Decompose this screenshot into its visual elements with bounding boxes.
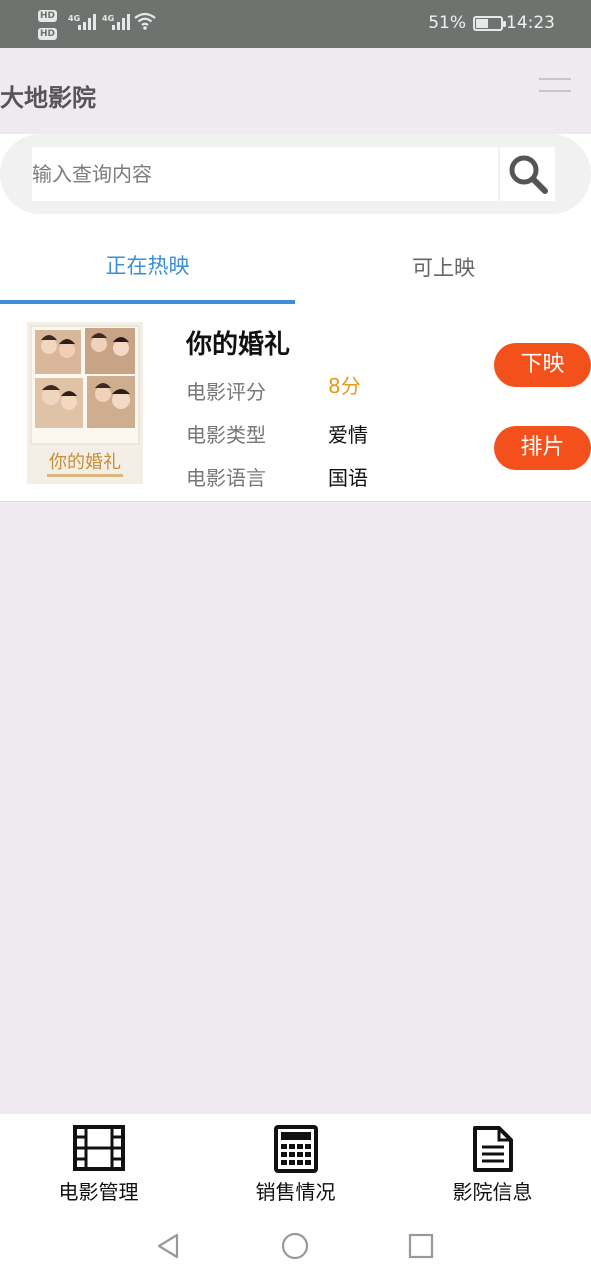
rating-label: 电影评分 xyxy=(186,380,266,404)
battery-percent: 51% xyxy=(428,13,466,33)
bottom-nav: 电影管理 销售情况 影院信息 xyxy=(0,1114,591,1212)
clock: 14:23 xyxy=(506,13,555,33)
nav-cinema-info[interactable]: 影院信息 xyxy=(394,1114,591,1212)
battery-fill xyxy=(476,19,488,28)
language-label: 电影语言 xyxy=(186,466,266,490)
status-bar: HD HD 4G 4G 51% 14:23 xyxy=(0,0,591,48)
poster-title-art: 你的婚礼 xyxy=(49,452,121,473)
movie-poster: 你的婚礼 xyxy=(27,322,143,484)
hd-badge: HD xyxy=(38,28,58,40)
nav-label: 电影管理 xyxy=(58,1180,139,1204)
tab-now-showing[interactable]: 正在热映 xyxy=(0,226,295,304)
app-bar: 大地影院 xyxy=(0,48,591,134)
search-icon xyxy=(509,155,548,194)
offline-button[interactable]: 下映 xyxy=(494,343,591,387)
hd-badge: HD xyxy=(38,10,58,22)
tab-bar: 正在热映 可上映 xyxy=(0,226,591,304)
signal-strength-icon xyxy=(112,14,130,30)
nav-sales[interactable]: 销售情况 xyxy=(197,1114,394,1212)
rating-value: 8分 xyxy=(328,374,361,398)
genre-label: 电影类型 xyxy=(186,423,266,447)
search-button[interactable] xyxy=(500,147,555,201)
document-icon xyxy=(472,1126,513,1172)
search-input[interactable] xyxy=(32,147,498,201)
nav-label: 影院信息 xyxy=(452,1180,533,1204)
battery-icon xyxy=(473,16,506,31)
nav-label: 销售情况 xyxy=(255,1180,336,1204)
calculator-icon xyxy=(273,1125,318,1173)
movie-title: 你的婚礼 xyxy=(186,330,291,360)
signal-indicators: HD HD 4G 4G xyxy=(38,8,158,42)
search-container xyxy=(0,134,591,214)
recents-square-icon[interactable] xyxy=(407,1232,435,1260)
page-title: 大地影院 xyxy=(0,84,96,112)
signal-strength-icon xyxy=(78,14,96,30)
search-bar xyxy=(0,134,591,226)
home-circle-icon[interactable] xyxy=(281,1232,309,1260)
schedule-button[interactable]: 排片 xyxy=(494,426,591,470)
list-item[interactable]: 你的婚礼 你的婚礼 电影评分 8分 电影类型 爱情 电影语言 国语 下映 排片 xyxy=(0,304,591,502)
nav-movie-management[interactable]: 电影管理 xyxy=(0,1114,197,1212)
genre-value: 爱情 xyxy=(328,423,368,447)
film-icon xyxy=(72,1125,125,1171)
system-navigation-bar xyxy=(0,1212,591,1280)
poster-image: 你的婚礼 xyxy=(27,322,143,484)
language-value: 国语 xyxy=(328,466,368,490)
wifi-icon xyxy=(134,12,156,30)
hamburger-icon[interactable] xyxy=(539,78,571,94)
back-triangle-icon[interactable] xyxy=(155,1232,183,1260)
tab-upcoming[interactable]: 可上映 xyxy=(296,226,591,304)
